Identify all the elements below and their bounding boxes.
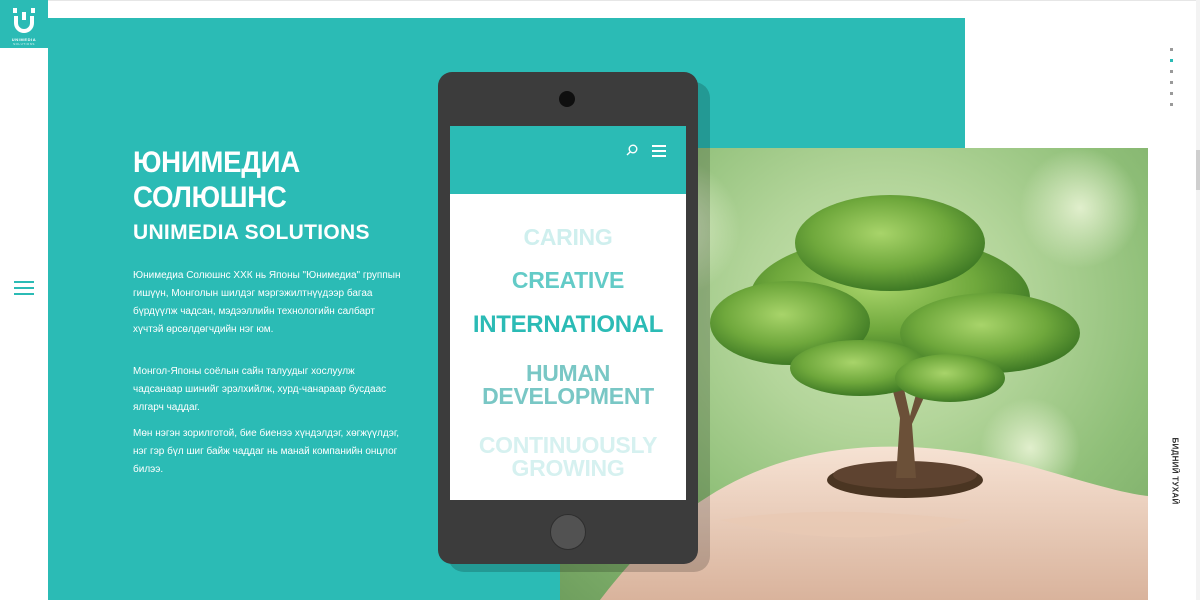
section-pager	[1170, 48, 1173, 114]
pager-dot-3[interactable]	[1170, 70, 1173, 73]
hamburger-icon[interactable]	[14, 281, 34, 297]
page-subtitle: UNIMEDIA SOLUTIONS	[133, 221, 370, 244]
scrollbar-thumb[interactable]	[1196, 150, 1200, 190]
value-word-human-development: HUMAN DEVELOPMENT	[482, 360, 654, 409]
pager-dot-1[interactable]	[1170, 48, 1173, 51]
screen-menu-icon[interactable]	[652, 145, 666, 160]
phone-camera	[559, 91, 575, 107]
intro-paragraph-3: Мөн нэгэн зорилготой, бие биенээ хүндэлд…	[133, 428, 400, 475]
value-word-continuously-growing: CONTINUOUSLY GROWING	[478, 432, 658, 481]
page-scrollbar[interactable]	[1196, 0, 1200, 600]
phone-screen-header	[450, 126, 686, 194]
pager-dot-5[interactable]	[1170, 92, 1173, 95]
phone-screen: CARING CREATIVE INTERNATIONAL HUMAN DEVEL…	[450, 126, 686, 500]
pager-dot-6[interactable]	[1170, 103, 1173, 106]
logo-subtitle: SOLUTIONS	[13, 42, 35, 46]
title-line-2: СОЛЮШНС	[133, 181, 287, 214]
pager-dot-2[interactable]	[1170, 59, 1173, 62]
phone-mockup: CARING CREATIVE INTERNATIONAL HUMAN DEVEL…	[438, 72, 698, 564]
page-title: ЮНИМЕДИА СОЛЮШНС	[133, 145, 300, 215]
intro-paragraph-2: Монгол-Японы соёлын сайн талуудыг хослуу…	[133, 366, 387, 413]
value-word-caring: CARING	[523, 224, 613, 250]
intro-paragraph-1: Юнимедиа Солюшнс ХХК нь Японы "Юнимедиа"…	[133, 270, 401, 335]
title-line-1: ЮНИМЕДИА	[133, 146, 300, 179]
phone-home-button	[550, 514, 586, 550]
about-us-label[interactable]: БИДНИЙ ТУХАЙ	[1171, 437, 1180, 504]
value-word-creative: CREATIVE	[511, 267, 625, 293]
logo[interactable]: UNIMEDIA SOLUTIONS	[0, 0, 48, 48]
top-divider	[48, 0, 1200, 1]
u-logo-icon	[13, 8, 35, 33]
search-icon[interactable]	[626, 144, 638, 156]
value-word-international: INTERNATIONAL	[472, 311, 664, 338]
pager-dot-4[interactable]	[1170, 81, 1173, 84]
